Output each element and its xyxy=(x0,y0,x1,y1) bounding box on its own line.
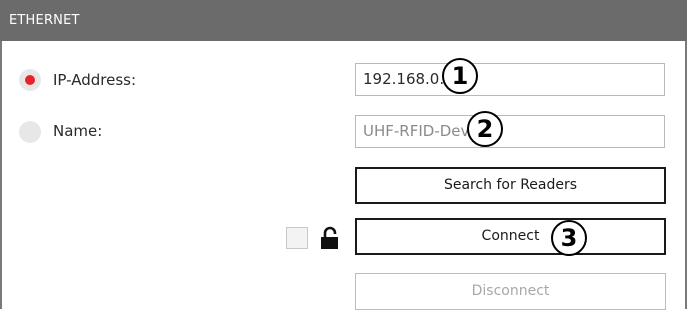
callout-badge-3: 3 xyxy=(551,220,587,256)
ip-address-input[interactable]: 192.168.0.1 xyxy=(355,63,665,96)
connect-button[interactable]: Connect xyxy=(355,218,666,255)
panel-title: ETHERNET xyxy=(0,0,687,41)
disconnect-button: Disconnect xyxy=(355,273,666,310)
ethernet-panel: ETHERNET IP-Address: 192.168.0.1 Name: U… xyxy=(0,0,687,310)
callout-badge-1: 1 xyxy=(442,58,478,94)
name-label: Name: xyxy=(53,122,103,140)
lock-checkbox[interactable] xyxy=(286,227,308,249)
panel-left-border xyxy=(0,41,2,309)
unlocked-padlock-icon xyxy=(320,226,340,254)
ip-address-label: IP-Address: xyxy=(53,71,137,89)
name-radio[interactable] xyxy=(19,121,41,143)
radio-selected-dot xyxy=(25,75,35,85)
callout-badge-2: 2 xyxy=(467,111,503,147)
ip-address-radio[interactable] xyxy=(19,69,41,91)
search-readers-button[interactable]: Search for Readers xyxy=(355,167,666,204)
name-input[interactable]: UHF-RFID-Device xyxy=(355,115,665,148)
